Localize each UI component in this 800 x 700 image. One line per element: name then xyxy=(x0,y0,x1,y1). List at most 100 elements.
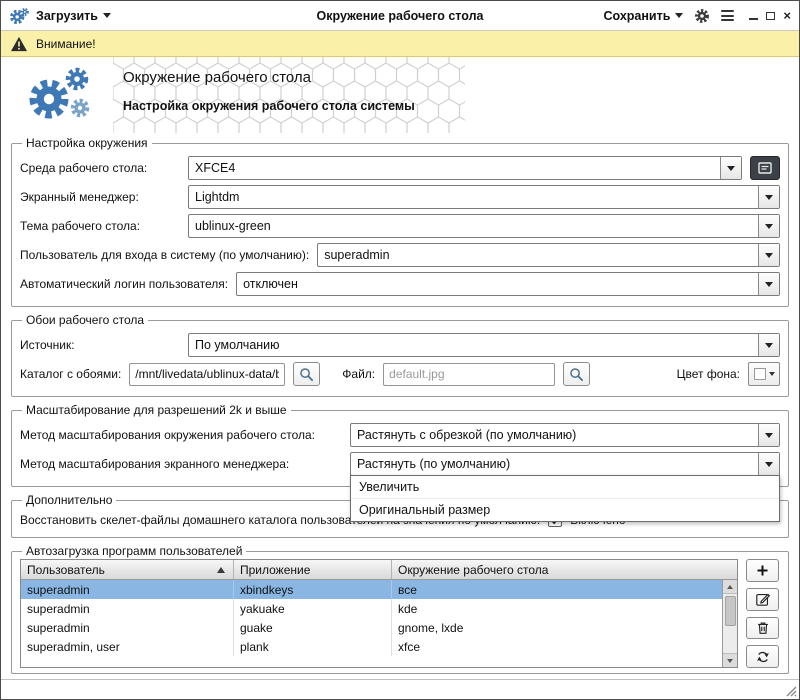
scaling-dm-select[interactable]: Растянуть (по умолчанию) xyxy=(350,452,780,476)
table-row[interactable]: superadmin guake gnome, lxde xyxy=(21,618,722,637)
autologin-value: отключен xyxy=(237,277,758,291)
load-menu-button[interactable]: Загрузить xyxy=(36,9,111,23)
scaling-dm-dropdown-list: Увеличить Оригинальный размер xyxy=(350,475,780,522)
theme-select[interactable]: ublinux-green xyxy=(188,214,780,238)
triangle-down-icon xyxy=(727,659,733,663)
chevron-down-icon xyxy=(765,224,773,229)
scaling-desktop-value: Растянуть с обрезкой (по умолчанию) xyxy=(351,428,758,442)
chevron-down-icon xyxy=(765,282,773,287)
sort-ascending-icon xyxy=(217,567,225,573)
wallpaper-source-select[interactable]: По умолчанию xyxy=(188,333,780,357)
desktop-env-label: Среда рабочего стола: xyxy=(20,161,180,175)
column-header-user[interactable]: Пользователь xyxy=(21,560,234,579)
delete-entry-button[interactable] xyxy=(746,617,779,640)
scaling-group: Масштабирование для разрешений 2k и выше… xyxy=(11,403,789,487)
load-menu-label: Загрузить xyxy=(36,9,98,23)
bg-color-picker-button[interactable] xyxy=(748,362,780,386)
login-user-label: Пользователь для входа в систему (по умо… xyxy=(20,248,309,262)
autologin-select[interactable]: отключен xyxy=(236,272,780,296)
wallpaper-file-input[interactable] xyxy=(383,363,555,386)
display-manager-label: Экранный менеджер: xyxy=(20,190,180,204)
theme-dropdown-button[interactable] xyxy=(758,215,779,237)
triangle-up-icon xyxy=(727,585,733,589)
maximize-button[interactable] xyxy=(766,12,775,20)
edit-entry-button[interactable] xyxy=(746,588,779,611)
trash-icon xyxy=(755,620,771,636)
desktop-env-dropdown-button[interactable] xyxy=(720,157,741,179)
table-scrollbar[interactable] xyxy=(722,580,737,667)
settings-button[interactable] xyxy=(694,8,710,24)
save-menu-button[interactable]: Сохранить xyxy=(603,9,683,23)
table-row[interactable]: superadmin xbindkeys все xyxy=(21,580,722,599)
minimize-button[interactable] xyxy=(749,12,758,20)
autostart-group: Автозагрузка программ пользователей Поль… xyxy=(11,544,789,674)
browse-directory-button[interactable] xyxy=(293,362,320,386)
display-manager-select[interactable]: Lightdm xyxy=(188,185,780,209)
autologin-dropdown-button[interactable] xyxy=(758,273,779,295)
main-menu-button[interactable] xyxy=(721,10,734,21)
chevron-down-icon xyxy=(103,13,111,18)
add-entry-button[interactable] xyxy=(746,559,779,582)
chevron-down-icon xyxy=(727,166,735,171)
scroll-up-button[interactable] xyxy=(723,580,737,594)
table-row[interactable]: superadmin yakuake kde xyxy=(21,599,722,618)
scaling-desktop-dropdown-button[interactable] xyxy=(758,424,779,446)
scaling-dm-dropdown-button[interactable] xyxy=(758,453,779,475)
scaling-desktop-select[interactable]: Растянуть с обрезкой (по умолчанию) xyxy=(350,423,780,447)
chevron-down-icon xyxy=(769,372,775,376)
chevron-down-icon xyxy=(765,433,773,438)
additional-legend: Дополнительно xyxy=(22,493,116,507)
plus-icon xyxy=(755,563,770,578)
table-header: Пользователь Приложение Окружение рабоче… xyxy=(21,560,737,580)
scroll-down-button[interactable] xyxy=(723,653,737,667)
dropdown-option[interactable]: Оригинальный размер xyxy=(351,498,779,521)
desktop-env-select[interactable]: XFCE4 xyxy=(188,156,742,180)
scaling-dm-label: Метод масштабирования экранного менеджер… xyxy=(20,457,342,471)
status-bar xyxy=(1,679,799,699)
wallpaper-source-value: По умолчанию xyxy=(189,338,758,352)
chevron-down-icon xyxy=(675,13,683,18)
autostart-actions xyxy=(746,559,780,668)
warning-icon xyxy=(10,36,28,52)
chevron-down-icon xyxy=(765,343,773,348)
resize-grip[interactable] xyxy=(784,684,797,697)
column-header-app[interactable]: Приложение xyxy=(234,560,392,579)
wallpaper-legend: Обои рабочего стола xyxy=(22,313,148,327)
wallpaper-source-dropdown-button[interactable] xyxy=(758,334,779,356)
refresh-icon xyxy=(755,649,771,665)
browse-file-button[interactable] xyxy=(563,362,590,386)
close-button[interactable]: × xyxy=(783,11,791,21)
scaling-legend: Масштабирование для разрешений 2k и выше xyxy=(22,403,291,417)
environment-group: Настройка окружения Среда рабочего стола… xyxy=(11,136,789,307)
scrollbar-thumb[interactable] xyxy=(725,596,736,626)
wallpaper-directory-input[interactable] xyxy=(129,363,285,386)
login-user-select[interactable]: superadmin xyxy=(317,243,780,267)
edit-icon xyxy=(755,591,771,607)
refresh-button[interactable] xyxy=(746,645,779,668)
display-manager-value: Lightdm xyxy=(189,190,758,204)
wallpaper-directory-label: Каталог с обоями: xyxy=(20,367,121,381)
autologin-label: Автоматический логин пользователя: xyxy=(20,277,228,291)
bg-color-label: Цвет фона: xyxy=(677,367,740,381)
content: Настройка окружения Среда рабочего стола… xyxy=(1,133,799,679)
theme-value: ublinux-green xyxy=(189,219,758,233)
wallpaper-group: Обои рабочего стола Источник: По умолчан… xyxy=(11,313,789,397)
login-user-dropdown-button[interactable] xyxy=(758,244,779,266)
login-user-value: superadmin xyxy=(318,248,758,262)
window-title: Окружение рабочего стола xyxy=(249,9,551,23)
app-header: Окружение рабочего стола Настройка окруж… xyxy=(1,57,799,133)
chevron-down-icon xyxy=(765,195,773,200)
environment-info-button[interactable] xyxy=(750,156,780,180)
app-gears-icon xyxy=(9,7,29,25)
wallpaper-file-label: Файл: xyxy=(342,367,375,381)
display-manager-dropdown-button[interactable] xyxy=(758,186,779,208)
app-window: Загрузить Окружение рабочего стола Сохра… xyxy=(0,0,800,700)
theme-label: Тема рабочего стола: xyxy=(20,219,180,233)
dropdown-option[interactable]: Увеличить xyxy=(351,476,779,498)
column-header-env[interactable]: Окружение рабочего стола xyxy=(392,560,737,579)
chevron-down-icon xyxy=(765,462,773,467)
warning-text: Внимание! xyxy=(36,37,96,51)
titlebar: Загрузить Окружение рабочего стола Сохра… xyxy=(1,1,799,31)
table-row[interactable]: superadmin, user plank xfce xyxy=(21,637,722,656)
header-subtitle: Настройка окружения рабочего стола систе… xyxy=(123,99,415,113)
